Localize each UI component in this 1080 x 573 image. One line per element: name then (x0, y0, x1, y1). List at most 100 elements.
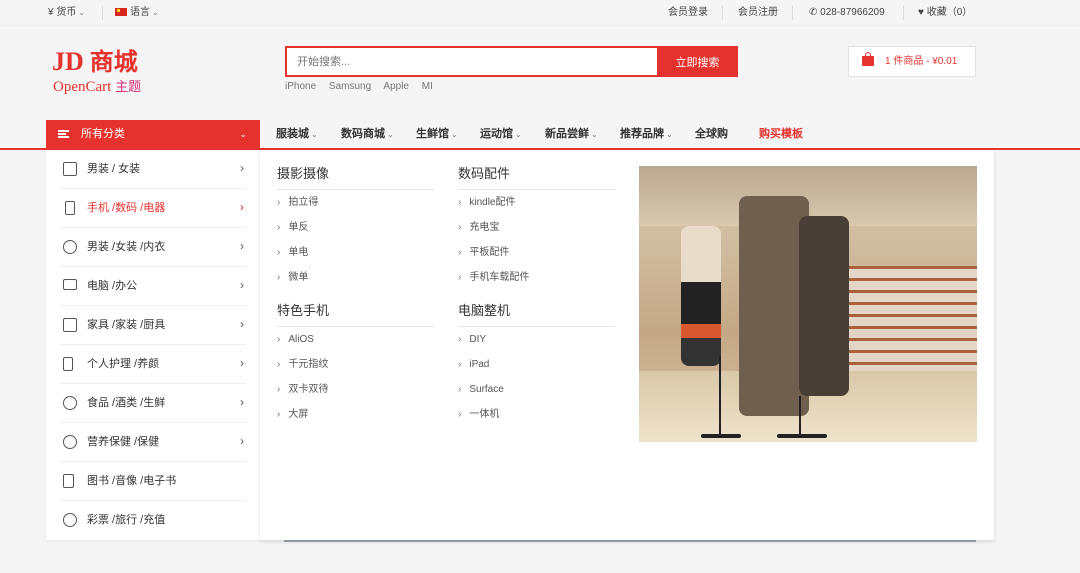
chevron-right-icon: › (240, 278, 244, 292)
nav-item-clothing[interactable]: 服装城 ⌄ (276, 128, 318, 141)
all-categories-label: 所有分类 (81, 128, 125, 140)
mega-link[interactable]: 单反 (277, 222, 308, 234)
chevron-down-icon: ⌄ (451, 130, 458, 139)
mega-link[interactable]: 单电 (277, 247, 308, 259)
category-label: 家具 /家装 /厨具 (87, 319, 166, 331)
mega-link[interactable]: 充电宝 (458, 222, 499, 234)
category-item[interactable]: 家具 /家装 /厨具 › (46, 306, 260, 345)
logo-cn: 商城 (89, 48, 138, 76)
chevron-right-icon: › (240, 161, 244, 175)
chevron-down-icon: ⌄ (387, 130, 394, 139)
photo-stairs (839, 266, 977, 386)
nav-item-digital[interactable]: 数码商城 ⌄ (341, 128, 394, 141)
mega-link[interactable]: DIY (458, 334, 486, 346)
language-selector[interactable]: 语言 ⌄ (115, 7, 159, 19)
shopping-bag-icon (862, 52, 874, 66)
category-label: 男装 /女装 /内衣 (87, 241, 166, 253)
nav-item-global[interactable]: 全球购 (695, 128, 728, 141)
chevron-right-icon: › (240, 239, 244, 253)
hot-search-words: iPhone Samsung Apple MI (285, 81, 443, 92)
mannequin-figure (799, 216, 849, 396)
register-link[interactable]: 会员注册 (738, 7, 778, 19)
category-item[interactable]: 男装 / 女装 › (46, 150, 260, 189)
book-icon (63, 474, 74, 488)
favorites-link[interactable]: ♥ 收藏（0） (918, 7, 972, 19)
mega-column-title[interactable]: 数码配件 (458, 166, 510, 182)
chevron-down-icon: ⌄ (239, 129, 247, 139)
mega-link[interactable]: AliOS (277, 334, 314, 346)
chevron-down-icon: ⌄ (311, 130, 318, 139)
mega-link[interactable]: 微单 (277, 272, 308, 284)
category-label: 彩票 /旅行 /充值 (87, 514, 166, 526)
language-label: 语言 (130, 7, 150, 18)
nav-label: 生鲜馆 (416, 128, 449, 140)
category-label: 个人护理 /养颜 (87, 358, 160, 370)
mega-link[interactable]: 双卡双待 (277, 384, 328, 396)
category-item[interactable]: 男装 /女装 /内衣 › (46, 228, 260, 267)
pills-icon (63, 435, 77, 449)
mannequin-figure (681, 226, 721, 366)
header: JD商城 OpenCart 主题 立即搜索 iPhone Samsung App… (0, 26, 1080, 120)
mega-link[interactable]: 手机车载配件 (458, 272, 529, 284)
mega-column-title[interactable]: 电脑整机 (458, 303, 510, 319)
mega-link[interactable]: Surface (458, 384, 503, 396)
divider (722, 6, 723, 20)
category-sidebar: 男装 / 女装 › 手机 /数码 /电器 › 男装 /女装 /内衣 › 电脑 /… (46, 150, 260, 540)
nav-item-fresh[interactable]: 生鲜馆 ⌄ (416, 128, 458, 141)
nav-label: 推荐品牌 (620, 128, 664, 140)
all-categories-toggle[interactable]: 所有分类 ⌄ (46, 120, 260, 150)
mega-link[interactable]: 一体机 (458, 409, 499, 421)
category-item[interactable]: 营养保健 /保健 › (46, 423, 260, 462)
hot-word-link[interactable]: Apple (383, 81, 409, 92)
category-item-active[interactable]: 手机 /数码 /电器 › (46, 189, 260, 228)
category-label: 食品 /酒类 /生鲜 (87, 397, 166, 409)
search-button[interactable]: 立即搜索 (657, 46, 738, 77)
mega-link[interactable]: 大屏 (277, 409, 308, 421)
hot-word-link[interactable]: iPhone (285, 81, 316, 92)
mega-link[interactable]: iPad (458, 359, 489, 371)
divider (458, 189, 615, 190)
chevron-right-icon: › (240, 395, 244, 409)
nav-item-sports[interactable]: 运动馆 ⌄ (480, 128, 522, 141)
hot-word-link[interactable]: Samsung (329, 81, 371, 92)
cart-button[interactable]: 1 件商品 - ¥0.01 (848, 46, 976, 77)
favorites-label: 收藏（0） (926, 7, 973, 18)
sofa-icon (63, 318, 77, 332)
monitor-icon (63, 279, 77, 290)
category-item[interactable]: 个人护理 /养颜 › (46, 345, 260, 384)
mega-column-title[interactable]: 摄影摄像 (277, 166, 329, 182)
login-link[interactable]: 会员登录 (668, 7, 708, 19)
nav-item-brands[interactable]: 推荐品牌 ⌄ (620, 128, 673, 141)
divider (792, 6, 793, 20)
promo-image[interactable] (639, 166, 977, 442)
mega-link[interactable]: 拍立得 (277, 197, 318, 209)
hot-word-link[interactable]: MI (422, 81, 433, 92)
category-item[interactable]: 图书 /音像 /电子书 (46, 462, 260, 501)
currency-selector[interactable]: ¥ 货币 ⌄ (48, 7, 85, 19)
chevron-right-icon: › (240, 356, 244, 370)
mega-column-title[interactable]: 特色手机 (277, 303, 329, 319)
nav-item-new[interactable]: 新品尝鲜 ⌄ (545, 128, 598, 141)
category-item[interactable]: 食品 /酒类 /生鲜 › (46, 384, 260, 423)
category-item[interactable]: 电脑 /办公 › (46, 267, 260, 306)
main-nav: 所有分类 ⌄ 服装城 ⌄ 数码商城 ⌄ 生鲜馆 ⌄ 运动馆 ⌄ 新品尝鲜 ⌄ 推荐品牌 ⌄ … (0, 120, 1080, 150)
nav-item-buy-template[interactable]: 购买模板 (759, 128, 803, 141)
logo[interactable]: JD 商城 (52, 47, 138, 77)
logo-latin: JD (52, 47, 84, 76)
mega-link[interactable]: 平板配件 (458, 247, 509, 259)
top-bar: ¥ 货币 ⌄ 语言 ⌄ 会员登录 会员注册 ✆ 028-87966209 ♥ 收藏（… (0, 0, 1080, 26)
chevron-down-icon: ⌄ (152, 8, 159, 17)
chevron-right-icon: › (240, 317, 244, 331)
mega-link[interactable]: 千元指纹 (277, 359, 328, 371)
bowl-icon (63, 396, 77, 410)
cart-summary: 1 件商品 - ¥0.01 (885, 56, 958, 67)
search-input[interactable] (285, 46, 657, 77)
shirt-icon (63, 162, 77, 176)
divider (903, 6, 904, 20)
chevron-down-icon: ⌄ (591, 130, 598, 139)
mega-link[interactable]: kindle配件 (458, 197, 515, 209)
category-item[interactable]: 彩票 /旅行 /充值 (46, 501, 260, 540)
mannequin-base (701, 434, 741, 438)
divider (458, 326, 615, 327)
divider (102, 6, 103, 20)
